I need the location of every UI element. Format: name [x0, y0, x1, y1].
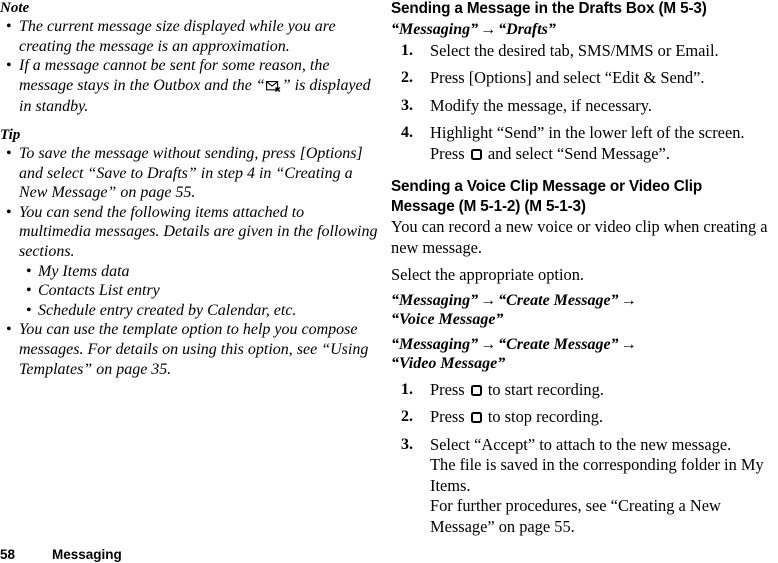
voice-video-step-1: 1. Press to start recording. — [391, 380, 778, 401]
arrow-right-icon: → — [620, 335, 637, 353]
step-text-b: to stop recording. — [483, 407, 603, 427]
bullet-dot-icon: • — [6, 57, 12, 75]
drafts-step-4-continuation: Press and select “Send Message”. — [430, 144, 778, 165]
nav-path-second: “Create Message” — [498, 335, 619, 353]
tip-bullet-2: • You can send the following items attach… — [0, 203, 380, 262]
step-text: Select the desired tab, SMS/MMS or Email… — [430, 40, 719, 60]
page-number: 58 — [0, 547, 16, 562]
step-number: 3. — [401, 96, 413, 114]
voice-video-step-2: 2. Press to stop recording. — [391, 407, 778, 428]
bullet-dot-icon: • — [26, 282, 32, 300]
center-key-icon — [470, 412, 482, 424]
tip-heading: Tip — [0, 126, 21, 143]
tip-bullet-2-text: You can send the following items attache… — [19, 203, 378, 260]
step-text-a: Press — [430, 143, 469, 163]
note-bullet-1-text: The current message size displayed while… — [19, 18, 336, 55]
video-message-nav-path: “Messaging” → “Create Message” → “Video Mess… — [391, 335, 778, 373]
step-number: 2. — [401, 69, 413, 87]
step-text-a: Press — [430, 379, 469, 399]
manual-page: Note • The current message size displayed… — [0, 0, 778, 562]
tip-sub-bullet-3: • Schedule entry created by Calendar, etc… — [0, 301, 380, 321]
nav-path-first: “Messaging” — [391, 20, 479, 38]
arrow-right-icon: → — [620, 291, 637, 309]
tip-bullet-3: • You can use the template option to help… — [0, 320, 380, 379]
voice-video-select-option: Select the appropriate option. — [391, 265, 584, 285]
voice-video-step-3: 3. Select “Accept” to attach to the new m… — [391, 435, 778, 538]
section-voice-video-heading-line1: Sending a Voice Clip Message or Video Cl… — [391, 178, 703, 196]
nav-path-first: “Messaging” — [391, 291, 479, 309]
center-key-icon — [470, 148, 482, 160]
envelope-error-icon — [265, 78, 281, 98]
note-bullet-1: • The current message size displayed whil… — [0, 17, 380, 56]
step-text: Press [Options] and select “Edit & Send”… — [430, 68, 705, 88]
bullet-dot-icon: • — [6, 321, 12, 339]
tip-sub-bullet-1-text: My Items data — [38, 262, 130, 280]
arrow-right-icon: → — [480, 291, 497, 309]
tip-bullet-1: • To save the message without sending, pr… — [0, 144, 380, 203]
nav-path-second: “Drafts” — [498, 20, 556, 38]
section-voice-video-heading-line2: Message (M 5-1-2) (M 5-1-3) — [391, 197, 586, 215]
drafts-step-1: 1. Select the desired tab, SMS/MMS or Ema… — [391, 41, 778, 62]
step-text-b: and select “Send Message”. — [483, 143, 670, 163]
bullet-dot-icon: • — [6, 144, 12, 162]
step-text-a: Press — [430, 407, 469, 427]
arrow-right-icon: → — [480, 335, 497, 353]
step-number: 3. — [401, 435, 413, 453]
section-drafts-heading: Sending a Message in the Drafts Box (M 5… — [391, 0, 707, 17]
note-heading: Note — [0, 0, 30, 16]
voice-video-step-3-note-2: For further procedures, see “Creating a … — [430, 496, 721, 536]
bullet-dot-icon: • — [26, 262, 32, 280]
drafts-nav-path: “Messaging” → “Drafts” — [391, 20, 778, 39]
tip-sub-bullet-2-text: Contacts List entry — [38, 282, 160, 300]
drafts-step-3: 3. Modify the message, if necessary. — [391, 96, 778, 117]
footer-section-name: Messaging — [52, 547, 122, 562]
tip-sub-bullet-2: • Contacts List entry — [0, 281, 380, 301]
tip-sub-bullet-3-text: Schedule entry created by Calendar, etc. — [38, 301, 297, 319]
tip-bullet-3-text: You can use the template option to help … — [19, 321, 369, 378]
tip-sub-bullet-1: • My Items data — [0, 262, 380, 282]
nav-path-second: “Create Message” — [498, 291, 619, 309]
nav-path-first: “Messaging” — [391, 335, 479, 353]
note-bullet-2: • If a message cannot be sent for some re… — [0, 56, 380, 117]
drafts-step-2: 2. Press [Options] and select “Edit & Sen… — [391, 68, 778, 89]
note-block: Note • The current message size displayed… — [0, 0, 380, 117]
bullet-dot-icon: • — [26, 301, 32, 319]
step-number: 2. — [401, 408, 413, 426]
center-key-icon — [470, 384, 482, 396]
voice-video-intro: You can record a new voice or video clip… — [391, 217, 768, 257]
step-number: 1. — [401, 380, 413, 398]
step-text: Highlight “Send” in the lower left of th… — [430, 123, 745, 143]
step-number: 1. — [401, 41, 413, 59]
step-number: 4. — [401, 124, 413, 142]
tip-bullet-1-text: To save the message without sending, pre… — [19, 144, 363, 202]
voice-message-nav-path: “Messaging” → “Create Message” → “Voice Mess… — [391, 291, 778, 329]
arrow-right-icon: → — [480, 20, 497, 38]
bullet-dot-icon: • — [6, 18, 12, 35]
nav-path-third: “Voice Message” — [391, 310, 504, 328]
voice-video-step-3-note-1: The file is saved in the corresponding f… — [430, 455, 764, 495]
section-voice-video: Sending a Voice Clip Message or Video Cl… — [391, 178, 778, 537]
step-text: Modify the message, if necessary. — [430, 95, 652, 115]
nav-path-third: “Video Message” — [391, 354, 506, 372]
section-drafts-box: Sending a Message in the Drafts Box (M 5… — [391, 0, 778, 164]
bullet-dot-icon: • — [6, 203, 12, 221]
tip-block: Tip • To save the message without sending… — [0, 127, 380, 379]
step-text: Select “Accept” to attach to the new mes… — [430, 434, 732, 454]
left-column: Note • The current message size displayed… — [0, 0, 380, 379]
step-text-b: to start recording. — [483, 379, 604, 399]
drafts-step-4: 4. Highlight “Send” in the lower left of … — [391, 123, 778, 164]
right-column: Sending a Message in the Drafts Box (M 5… — [391, 0, 778, 544]
